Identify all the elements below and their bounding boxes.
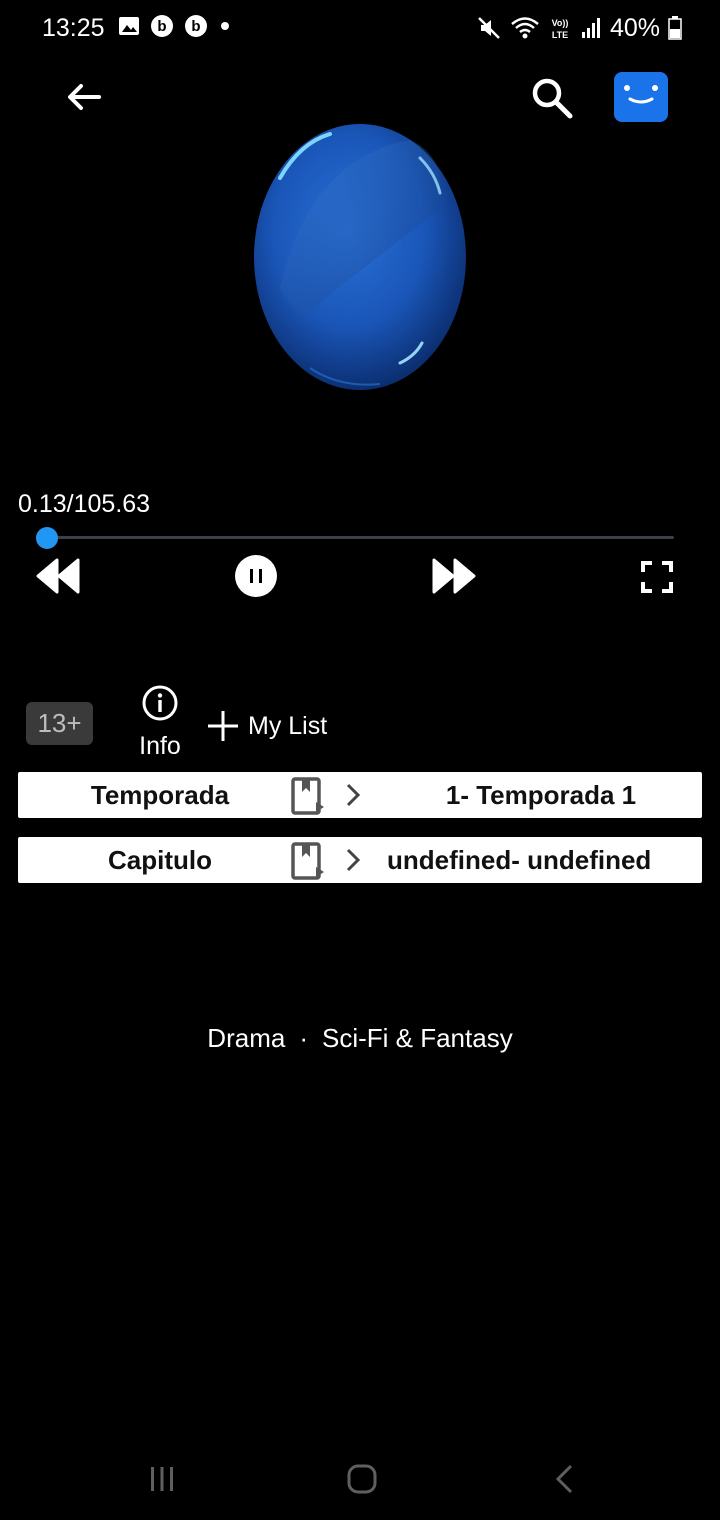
fullscreen-button[interactable] <box>636 556 678 598</box>
seek-thumb[interactable] <box>35 527 58 549</box>
status-time: 13:25 <box>42 14 105 42</box>
fullscreen-icon <box>641 561 673 593</box>
battery-percent: 40% <box>609 14 660 42</box>
bookmark-play-icon <box>291 777 324 815</box>
signal-icon <box>581 18 600 38</box>
episode-value: undefined- undefined <box>387 845 652 875</box>
video-frame[interactable] <box>240 118 480 404</box>
svg-text:b: b <box>157 18 166 35</box>
search-icon <box>532 78 573 119</box>
arrow-left-icon <box>68 84 101 110</box>
season-value: 1- Temporada 1 <box>445 780 637 810</box>
plus-icon <box>208 711 238 741</box>
chevron-right-icon <box>346 783 361 807</box>
fast-forward-button[interactable] <box>426 552 482 600</box>
svg-text:LTE: LTE <box>552 30 568 40</box>
blue-gem-artwork <box>254 124 466 390</box>
chevron-right-icon <box>346 848 361 872</box>
genre-scifi-fantasy: Sci-Fi & Fantasy <box>321 1023 513 1053</box>
genre-separator: · <box>299 1023 308 1053</box>
maturity-rating-badge: 13+ <box>26 702 93 745</box>
season-selector[interactable]: Temporada 1- Temporada 1 <box>18 772 702 818</box>
search-button[interactable] <box>526 72 578 124</box>
fast-forward-icon <box>432 558 476 594</box>
smiley-avatar-icon <box>624 85 658 104</box>
episode-label: Capitulo <box>108 845 212 875</box>
wifi-icon <box>511 17 539 39</box>
episode-selector[interactable]: Capitulo undefined- undefined <box>18 837 702 883</box>
my-list-button[interactable]: My List <box>206 706 327 746</box>
info-label: Info <box>139 732 181 760</box>
home-icon <box>347 1464 377 1494</box>
rewind-icon <box>36 558 80 594</box>
season-label: Temporada <box>90 780 230 810</box>
info-button[interactable]: Info <box>130 684 190 764</box>
bookmark-play-icon <box>291 842 324 880</box>
rewind-button[interactable] <box>30 552 86 600</box>
profile-avatar-button[interactable] <box>614 72 668 122</box>
pause-circle-icon <box>235 555 277 597</box>
nav-recents-button[interactable] <box>144 1462 180 1496</box>
seek-bar[interactable] <box>46 536 674 539</box>
genre-list: Drama · Sci-Fi & Fantasy <box>0 1020 720 1056</box>
b-app-icon: b <box>151 15 173 37</box>
svg-text:Vo)): Vo)) <box>552 18 569 28</box>
back-button[interactable] <box>60 74 106 120</box>
info-icon <box>142 685 178 721</box>
dot-icon <box>221 22 229 30</box>
nav-back-button[interactable] <box>550 1460 578 1498</box>
playback-time: 0.13/105.63 <box>18 490 151 518</box>
recents-icon <box>151 1467 173 1491</box>
pause-button[interactable] <box>232 552 280 600</box>
mute-icon <box>478 17 500 39</box>
my-list-label: My List <box>248 711 328 740</box>
chevron-left-icon <box>555 1464 573 1494</box>
b-app-icon: b <box>185 15 207 37</box>
nav-home-button[interactable] <box>344 1460 380 1498</box>
battery-icon <box>668 16 682 40</box>
svg-text:b: b <box>191 18 200 35</box>
status-system: Vo)) LTE 40% <box>476 10 682 46</box>
gallery-icon <box>119 17 139 35</box>
genre-drama: Drama <box>207 1023 286 1053</box>
volte-icon: Vo)) LTE <box>552 18 569 40</box>
status-notifications: b b <box>118 14 232 38</box>
